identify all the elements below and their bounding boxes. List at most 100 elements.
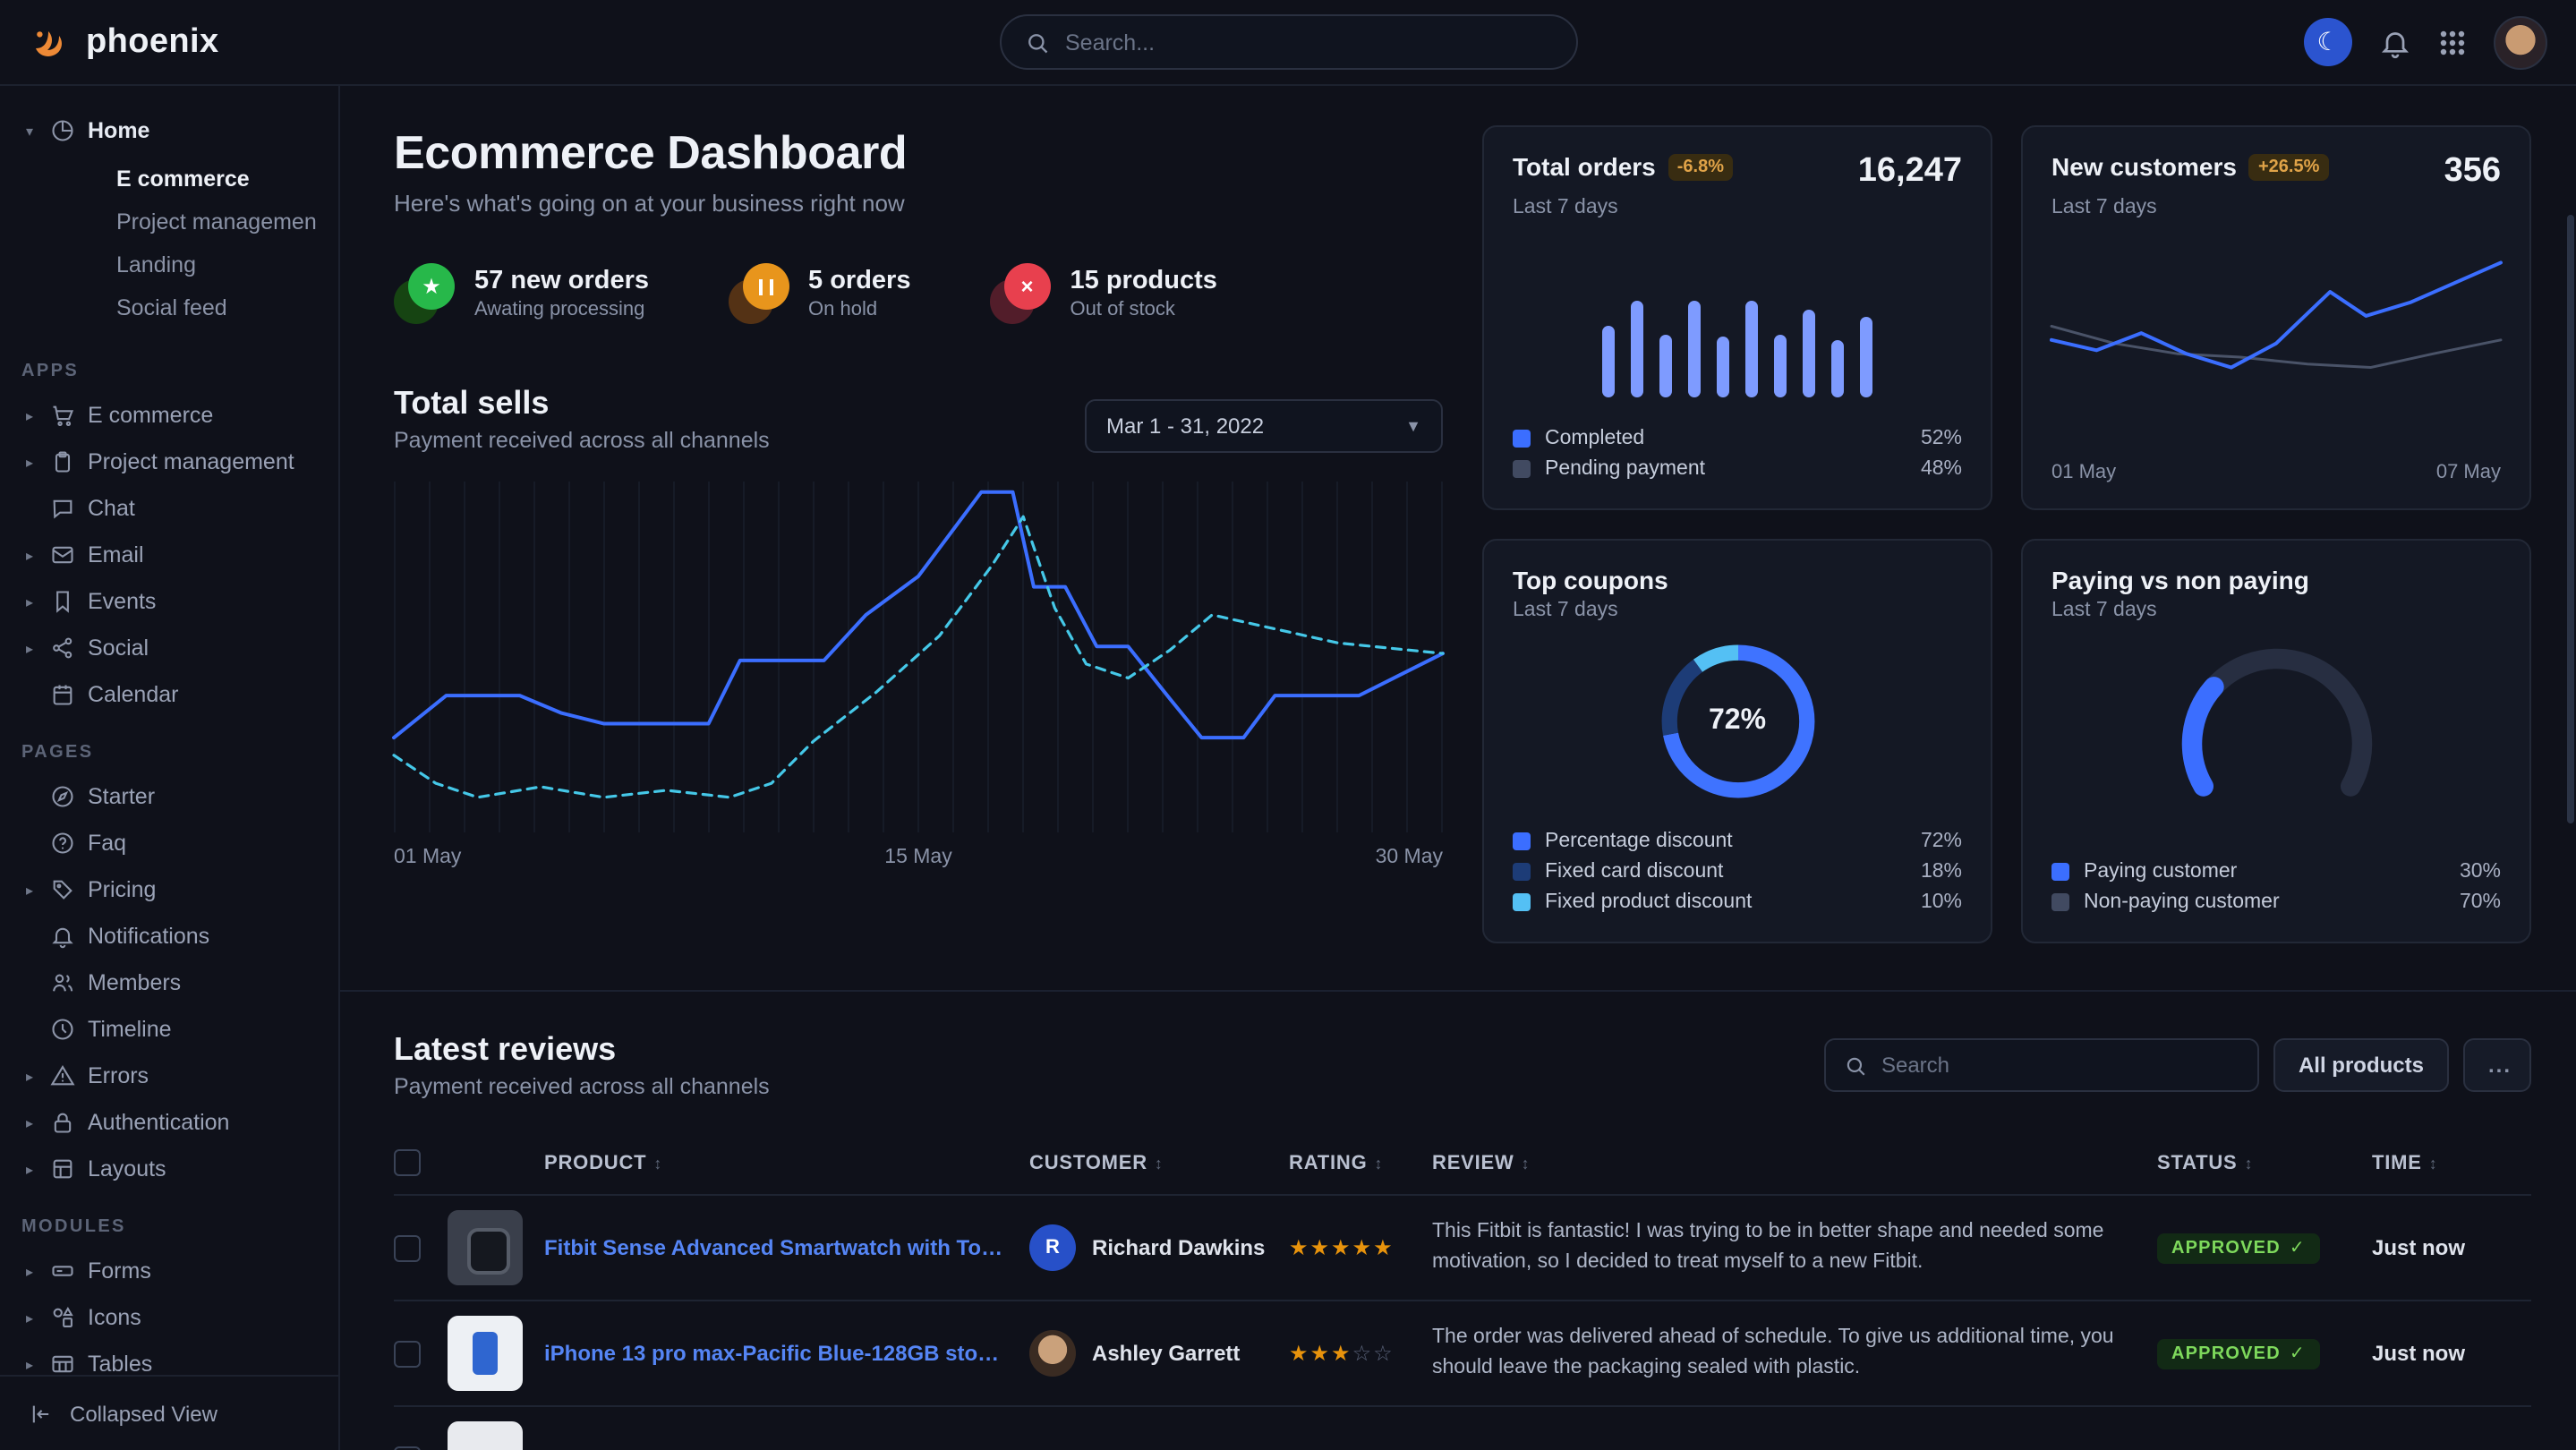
column-header-rating[interactable]: RATING↕ [1289,1152,1432,1173]
sidebar-item-members[interactable]: ▸ Members [21,960,317,1006]
sidebar-item-starter[interactable]: ▸ Starter [21,773,317,820]
stat-label: Awating processing [474,299,649,320]
shapes-icon [50,1305,75,1330]
chevron-right-icon: ▸ [21,547,38,563]
user-avatar[interactable] [2494,15,2547,69]
dashboard-cards: Total orders -6.8% 16,247 Last 7 days Co… [1482,125,2531,943]
sort-icon: ↕ [2245,1154,2254,1172]
apps-menu-button[interactable] [2438,28,2467,56]
sidebar-subitem-project-management[interactable]: Project management [21,200,317,243]
sidebar-item-project-management[interactable]: ▸ Project management [21,439,317,485]
total-orders-bar-chart [1594,247,1881,397]
reviews-title: Latest reviews [394,1031,770,1069]
sidebar-subitem-ecommerce[interactable]: E commerce [21,158,317,200]
sidebar-item-label: Faq [88,831,126,856]
legend-row: Pending payment 48% [1513,453,1962,483]
sidebar-item-pricing[interactable]: ▸ Pricing [21,866,317,913]
column-header-review[interactable]: REVIEW↕ [1432,1152,2157,1173]
sidebar-item-ecommerce[interactable]: ▸ E commerce [21,392,317,439]
collapsed-view-toggle[interactable]: Collapsed View [0,1375,338,1450]
sidebar-item-notifications[interactable]: ▸ Notifications [21,913,317,960]
sidebar-subitem-landing[interactable]: Landing [21,243,317,286]
product-thumbnail[interactable] [448,1210,523,1285]
calendar-icon [50,682,75,707]
theme-toggle-button[interactable]: ☾ [2304,18,2352,66]
product-thumbnail[interactable] [448,1421,523,1450]
bell-icon [50,924,75,949]
sidebar-item-timeline[interactable]: ▸ Timeline [21,1006,317,1053]
row-checkbox[interactable] [394,1446,421,1450]
collapsed-view-label: Collapsed View [70,1401,218,1426]
star-icon: ★ [422,274,441,299]
more-options-button[interactable]: ... [2463,1038,2531,1092]
sidebar-item-events[interactable]: ▸ Events [21,578,317,625]
topbar: phoenix ☾ [0,0,2576,86]
sidebar-item-label: Tables [88,1352,152,1375]
reviews-search-input[interactable] [1881,1053,2239,1078]
all-products-button[interactable]: All products [2273,1038,2449,1092]
sort-icon: ↕ [1155,1154,1164,1172]
product-link[interactable]: iPhone 13 pro max-Pacific Blue-128GB sto… [544,1341,1029,1366]
bookmark-icon [50,589,75,614]
sidebar-item-faq[interactable]: ▸ Faq [21,820,317,866]
legend-row: Fixed product discount 10% [1513,886,1962,917]
sidebar-item-calendar[interactable]: ▸ Calendar [21,671,317,718]
legend-swatch [2051,862,2069,880]
moon-icon: ☾ [2316,27,2339,57]
time-cell: Just now [2372,1341,2531,1366]
chat-icon [50,496,75,521]
total-orders-card: Total orders -6.8% 16,247 Last 7 days Co… [1482,125,1992,510]
sidebar-item-email[interactable]: ▸ Email [21,532,317,578]
select-all-checkbox[interactable] [394,1149,421,1176]
sidebar-item-errors[interactable]: ▸ Errors [21,1053,317,1099]
table-header: PRODUCT↕ CUSTOMER↕ RATING↕ REVIEW↕ STATU… [394,1139,2531,1194]
sidebar-item-label: Home [88,118,149,143]
page-scrollbar[interactable] [2567,215,2574,823]
card-period: Last 7 days [2051,197,2501,218]
legend-row: Paying customer 30% [2051,856,2501,886]
product-thumbnail[interactable] [448,1316,523,1391]
reviews-search[interactable] [1824,1038,2259,1092]
stat-orders-on-hold: 5 orders On hold [728,263,910,324]
date-range-select[interactable]: Mar 1 - 31, 2022 ▼ [1085,399,1443,453]
paying-legend: Paying customer 30% Non-paying customer … [2051,838,2501,917]
search-icon [1024,30,1049,55]
card-title: Total orders [1513,152,1656,181]
customer-name: Richard Dawkins [1092,1235,1265,1260]
new-customers-value: 356 [2444,152,2501,192]
app-window: phoenix ☾ ▾ H [0,0,2576,1450]
x-tick: 01 May [394,847,461,868]
column-header-time[interactable]: TIME↕ [2372,1152,2531,1173]
sidebar-item-label: Layouts [88,1156,166,1181]
row-checkbox[interactable] [394,1234,421,1261]
sidebar-item-authentication[interactable]: ▸ Authentication [21,1099,317,1146]
users-icon [50,970,75,995]
pie-chart-icon [50,118,75,143]
bar [1688,302,1701,398]
topbar-actions: ☾ [2304,15,2547,69]
row-checkbox[interactable] [394,1340,421,1367]
column-header-status[interactable]: STATUS↕ [2157,1152,2372,1173]
sidebar-item-icons[interactable]: ▸ Icons [21,1294,317,1341]
column-header-customer[interactable]: CUSTOMER↕ [1029,1152,1289,1173]
sidebar-subitem-social-feed[interactable]: Social feed [21,286,317,329]
sidebar-item-layouts[interactable]: ▸ Layouts [21,1146,317,1192]
bar [1831,340,1844,397]
global-search[interactable] [999,14,1577,70]
sidebar-item-home[interactable]: ▾ Home [21,107,317,154]
sidebar-item-tables[interactable]: ▸ Tables [21,1341,317,1375]
brand[interactable]: phoenix [29,21,219,64]
sidebar: ▾ Home E commerce Project management Lan… [0,86,340,1450]
global-search-input[interactable] [1065,30,1552,55]
check-icon: ✓ [2290,1344,2306,1364]
mail-icon [50,542,75,567]
sidebar-item-label: Errors [88,1063,149,1088]
sidebar-item-social[interactable]: ▸ Social [21,625,317,671]
column-header-product[interactable]: PRODUCT↕ [544,1152,1029,1173]
notifications-button[interactable] [2379,26,2411,58]
sidebar-item-chat[interactable]: ▸ Chat [21,485,317,532]
product-link[interactable]: Fitbit Sense Advanced Smartwatch with To… [544,1235,1029,1260]
sidebar-item-forms[interactable]: ▸ Forms [21,1248,317,1294]
chevron-right-icon: ▸ [21,882,38,898]
sidebar-item-label: Icons [88,1305,141,1330]
